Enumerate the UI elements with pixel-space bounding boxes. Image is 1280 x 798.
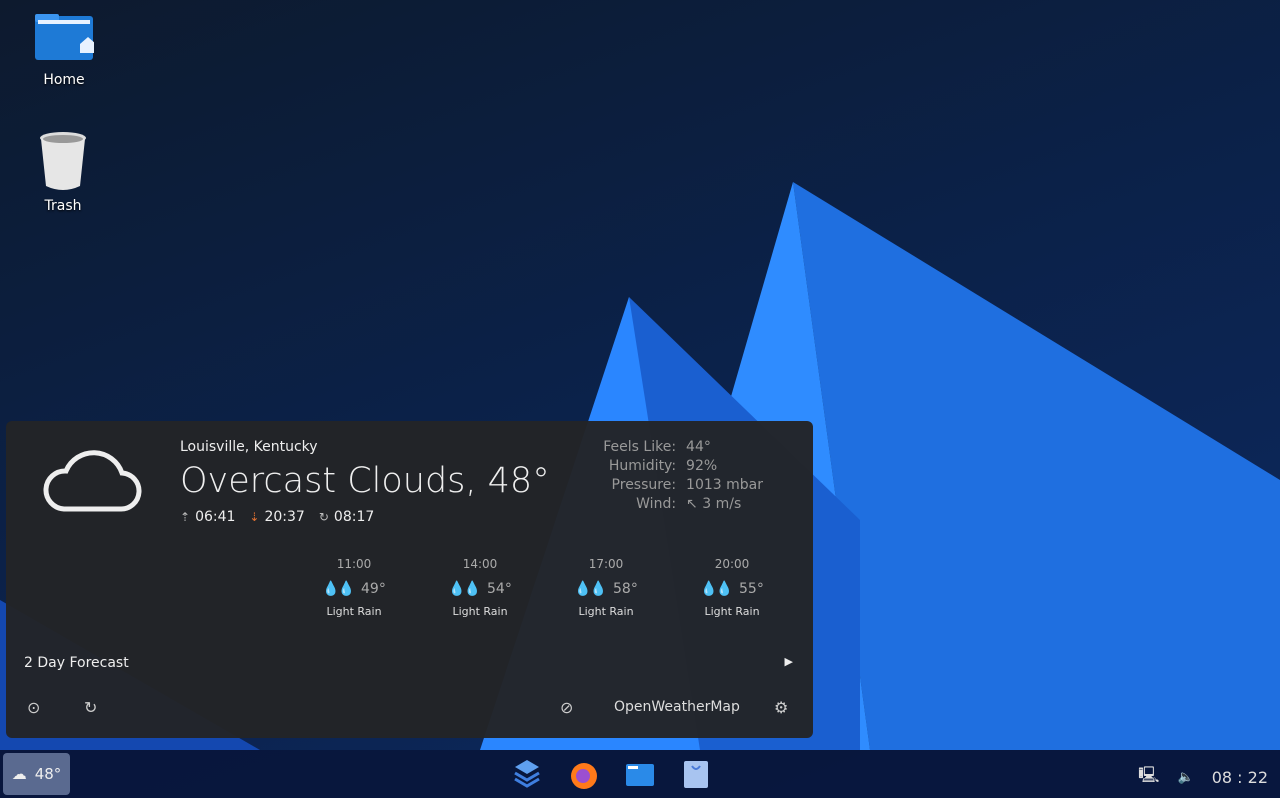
hour-time: 17:00 xyxy=(588,557,624,571)
detail-label: Feels Like: xyxy=(603,439,677,455)
clock[interactable]: 08 : 22 xyxy=(1212,768,1268,787)
app-launcher-icon[interactable] xyxy=(511,758,543,790)
hour-time: 20:00 xyxy=(714,557,750,571)
settings-gear-icon[interactable]: ⚙ xyxy=(774,698,788,717)
refresh-icon[interactable]: ↻ xyxy=(84,698,97,717)
volume-icon[interactable]: 🔈 xyxy=(1178,770,1194,785)
location: Louisville, Kentucky xyxy=(180,439,318,455)
hour-temp: 49° xyxy=(361,581,386,597)
refresh-time-icon: ↻ xyxy=(318,510,329,524)
trash-icon xyxy=(40,132,86,190)
hour-time: 14:00 xyxy=(462,557,498,571)
detail-value: ↖ 3 m/s xyxy=(686,496,742,512)
forecast-toggle[interactable]: 2 Day Forecast xyxy=(24,655,129,671)
detail-label: Humidity: xyxy=(608,458,677,474)
detail-value: 92% xyxy=(686,458,718,474)
desktop-icon-home[interactable]: Home xyxy=(19,12,109,88)
cloud-icon xyxy=(43,450,142,512)
hourly-forecast: 11:00 💧💧 49° Light Rain xyxy=(309,557,399,618)
weather-widget-button[interactable]: ☁ 48° xyxy=(3,753,70,795)
sunset-icon: ⇣ xyxy=(249,510,260,524)
rain-icon: 💧💧 xyxy=(322,581,355,597)
hourly-forecast: 14:00 💧💧 54° Light Rain xyxy=(435,557,525,618)
hour-condition: Light Rain xyxy=(326,605,382,618)
sunrise-icon: ⇡ xyxy=(180,510,191,524)
network-icon[interactable]: 🖳 xyxy=(1138,764,1159,791)
weather-details: Feels Like: 44° Humidity: 92% Pressure: 101… xyxy=(603,439,763,512)
detail-label: Pressure: xyxy=(611,477,677,493)
detail-value: 1013 mbar xyxy=(686,477,763,493)
cloud-icon: ☁ xyxy=(11,765,27,783)
rain-icon: 💧💧 xyxy=(448,581,481,597)
hour-condition: Light Rain xyxy=(704,605,760,618)
home-folder-icon xyxy=(35,14,96,60)
firefox-icon[interactable] xyxy=(568,758,600,790)
taskbar: ☁ 48° 🖳 🔈 08 : 22 xyxy=(0,750,1280,798)
hour-condition: Light Rain xyxy=(452,605,508,618)
detail-value: 44° xyxy=(686,439,711,455)
locate-icon[interactable]: ⊙ xyxy=(27,698,40,717)
hourly-forecast: 17:00 💧💧 58° Light Rain xyxy=(561,557,651,618)
expand-arrow-icon[interactable]: ▶ xyxy=(785,655,793,668)
provider-link[interactable]: OpenWeatherMap xyxy=(614,699,740,715)
weather-temp: 48° xyxy=(34,765,62,783)
compass-icon[interactable]: ⊘ xyxy=(560,698,573,717)
hour-temp: 55° xyxy=(739,581,764,597)
hour-temp: 58° xyxy=(613,581,638,597)
weather-popup: Louisville, Kentucky Overcast Clouds, 48… xyxy=(6,421,813,738)
rain-icon: 💧💧 xyxy=(700,581,733,597)
sunrise-time: 06:41 xyxy=(195,509,236,525)
desktop-icon-trash[interactable]: Trash xyxy=(18,130,108,214)
software-store-icon[interactable] xyxy=(680,758,712,790)
file-manager-icon[interactable] xyxy=(624,758,656,790)
detail-label: Wind: xyxy=(636,496,677,512)
hour-condition: Light Rain xyxy=(578,605,634,618)
hour-temp: 54° xyxy=(487,581,512,597)
rain-icon: 💧💧 xyxy=(574,581,607,597)
updated-time: 08:17 xyxy=(333,509,375,525)
hourly-forecast: 20:00 💧💧 55° Light Rain xyxy=(687,557,777,618)
sunset-time: 20:37 xyxy=(264,509,305,525)
current-condition: Overcast Clouds, 48° xyxy=(180,461,550,501)
hour-time: 11:00 xyxy=(336,557,372,571)
